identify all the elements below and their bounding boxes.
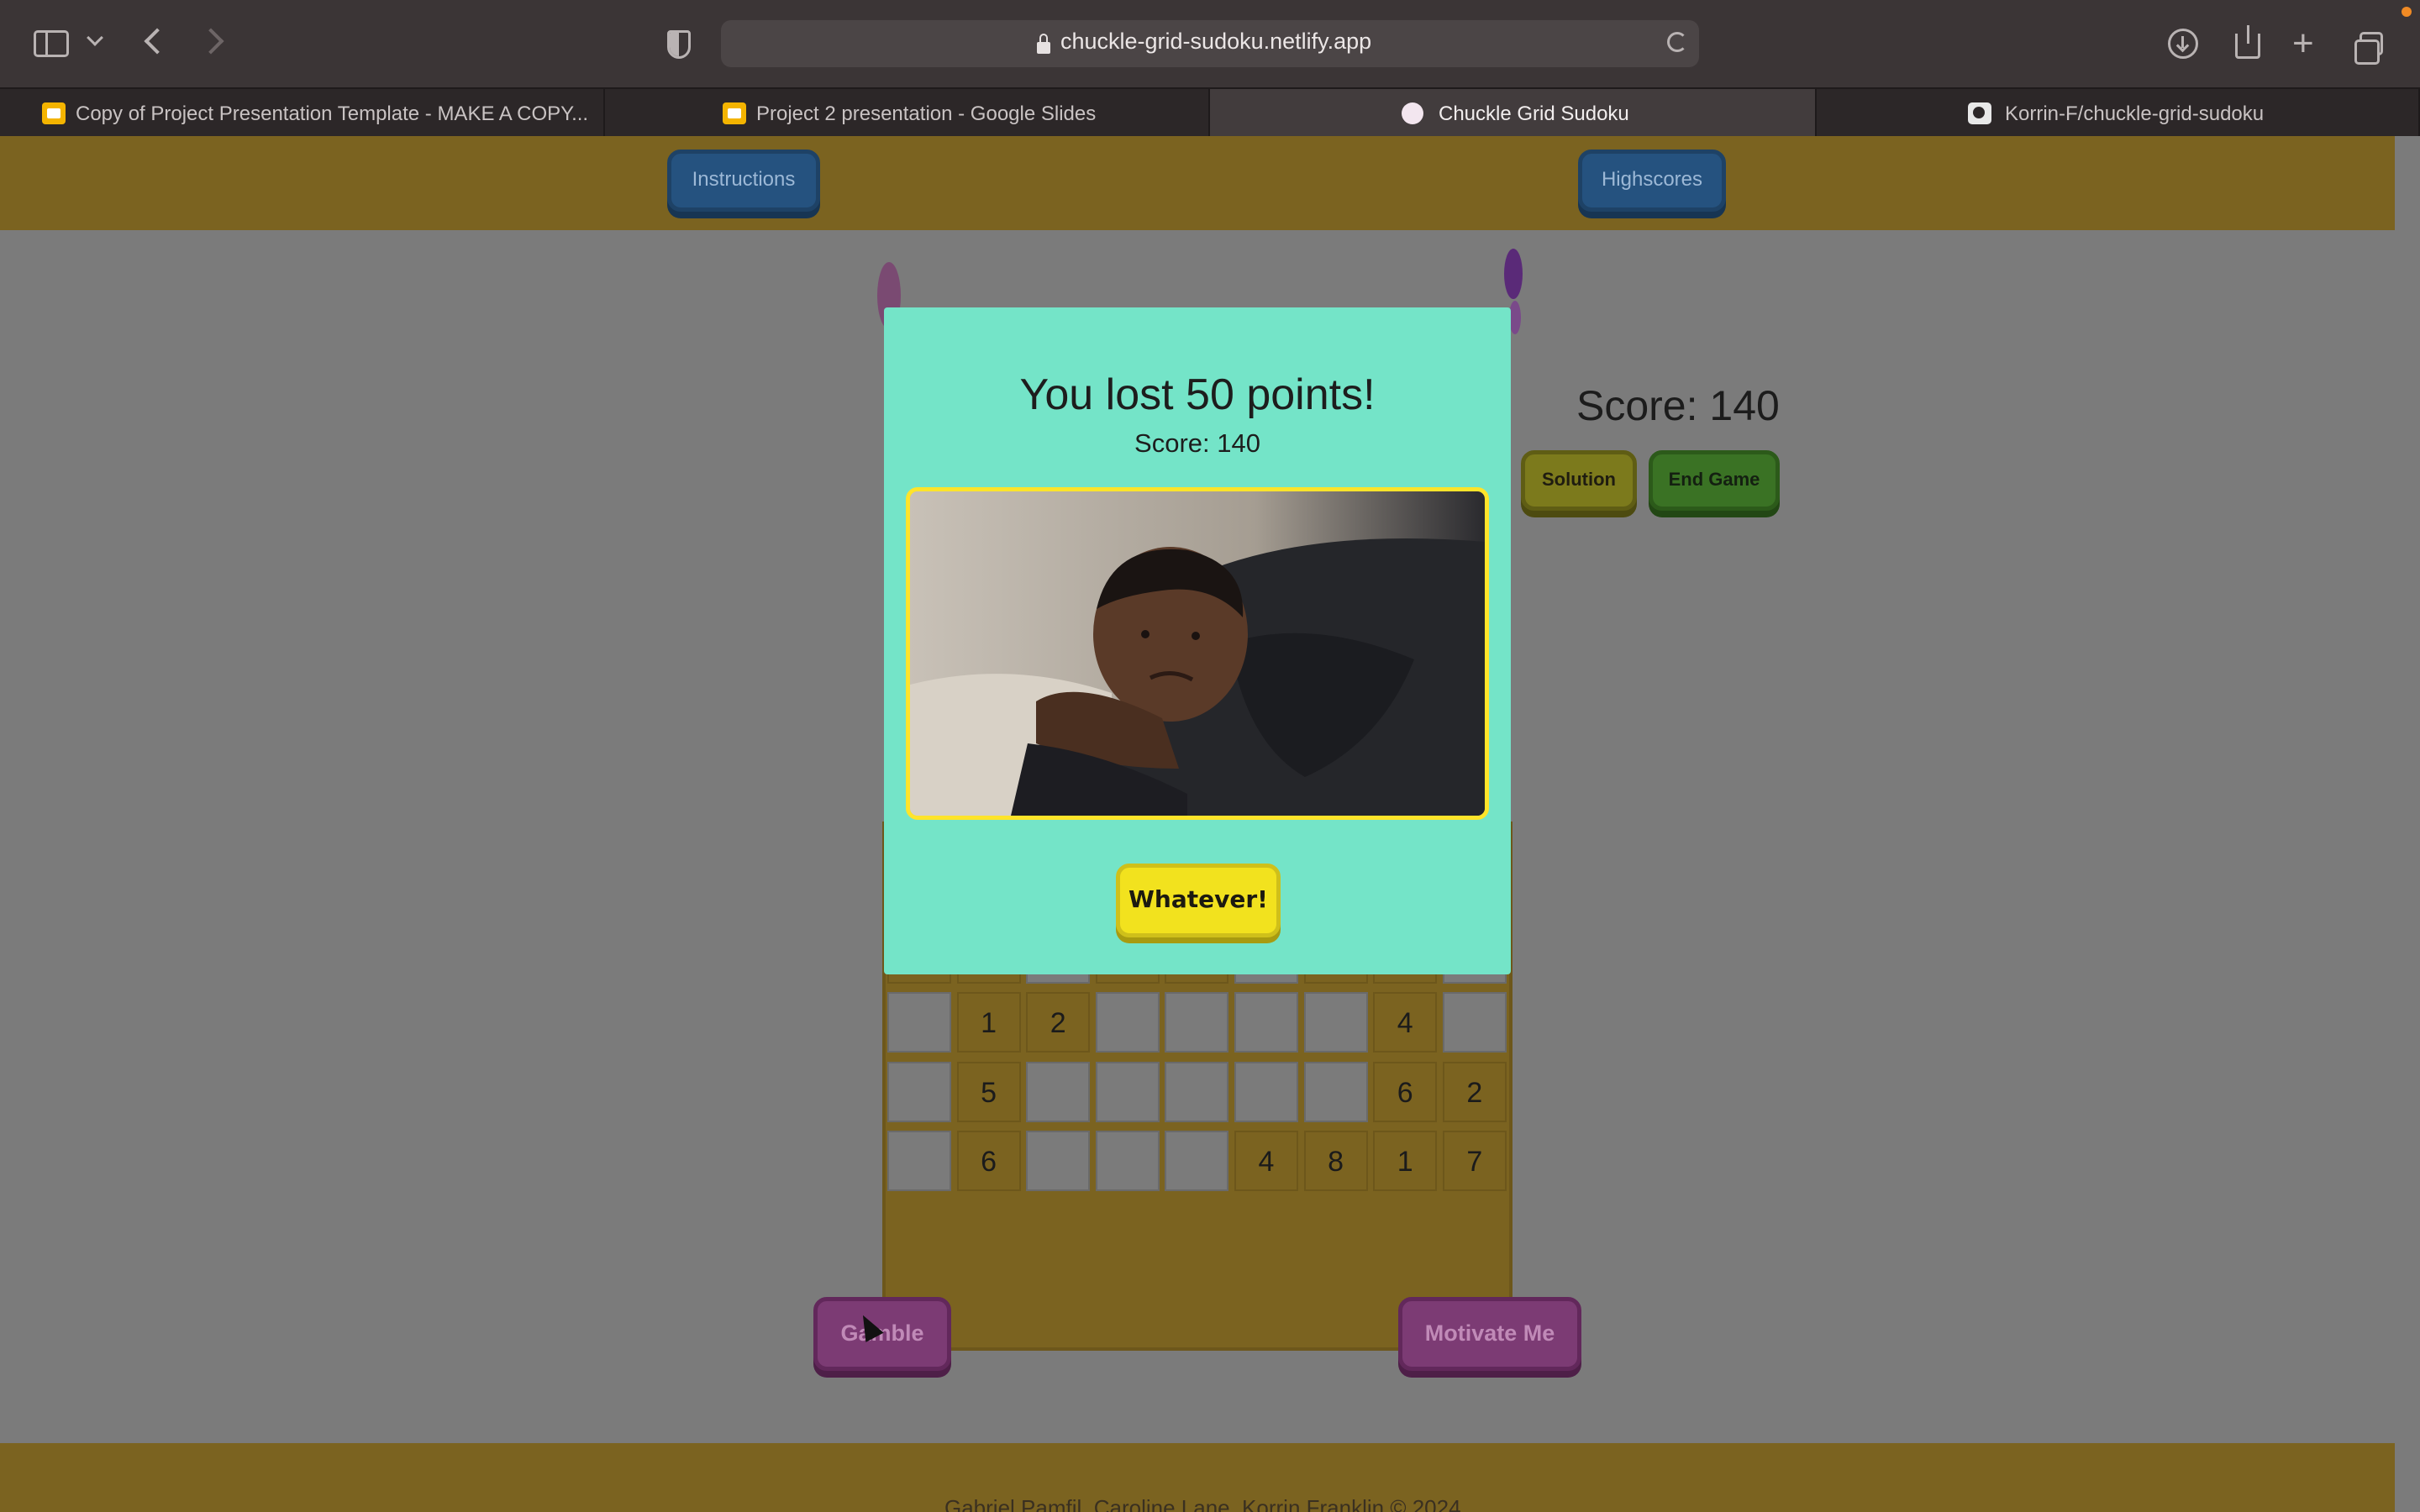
scrollbar-track[interactable]	[2395, 136, 2420, 1512]
instructions-button[interactable]: Instructions	[667, 150, 820, 212]
whatever-button[interactable]: Whatever!	[1116, 864, 1281, 937]
footer-credits: Gabriel Pamfil, Caroline Lane, Korrin Fr…	[944, 1495, 1461, 1512]
slides-icon	[723, 102, 746, 124]
motivate-me-button[interactable]: Motivate Me	[1398, 1297, 1581, 1371]
sudoku-cell[interactable]	[1165, 1061, 1229, 1122]
gamble-button[interactable]: Gamble	[813, 1297, 951, 1371]
logo-fragment-right	[1504, 249, 1523, 299]
sudoku-cell[interactable]	[1442, 992, 1507, 1053]
highscores-button[interactable]: Highscores	[1578, 150, 1726, 212]
modal-title: You lost 50 points!	[1019, 370, 1376, 419]
sudoku-cell: 1	[956, 992, 1021, 1053]
end-game-button[interactable]: End Game	[1649, 450, 1780, 511]
sudoku-cell[interactable]	[1095, 992, 1160, 1053]
sudoku-cell[interactable]	[1234, 992, 1298, 1053]
modal-score: Score: 140	[1134, 428, 1260, 458]
sudoku-cell[interactable]	[1026, 1131, 1091, 1191]
sudoku-cell[interactable]	[1234, 1061, 1298, 1122]
tab-project-2-presentation[interactable]: Project 2 presentation - Google Slides	[605, 89, 1210, 138]
tab-overview-icon[interactable]	[2354, 32, 2383, 65]
page-content: Instructions Highscores Score: 140 Solut…	[0, 136, 2395, 1512]
sudoku-cell: 1	[1373, 1131, 1438, 1191]
reaction-photo-illustration	[910, 491, 1485, 816]
solution-button[interactable]: Solution	[1521, 450, 1637, 511]
sudoku-cell[interactable]	[887, 1061, 951, 1122]
chuckle-icon	[1402, 102, 1423, 124]
sudoku-cell[interactable]	[1095, 1061, 1160, 1122]
sudoku-cell: 2	[1442, 1061, 1507, 1122]
privacy-shield-icon[interactable]	[667, 30, 691, 59]
sudoku-cell[interactable]	[1303, 992, 1368, 1053]
sudoku-cell[interactable]	[887, 1131, 951, 1191]
sudoku-cell: 6	[1373, 1061, 1438, 1122]
tab-title: Chuckle Grid Sudoku	[1439, 102, 1629, 125]
score-display: Score: 140	[1576, 382, 1780, 429]
url-text[interactable]: chuckle-grid-sudoku.netlify.app	[1060, 29, 1371, 55]
tab-title: Project 2 presentation - Google Slides	[756, 102, 1097, 125]
sudoku-cell[interactable]	[1303, 1061, 1368, 1122]
notification-dot	[2402, 7, 2412, 17]
sudoku-cell: 6	[956, 1131, 1021, 1191]
browser-toolbar: chuckle-grid-sudoku.netlify.app +	[0, 0, 2420, 87]
sidebar-toggle-icon[interactable]	[34, 30, 69, 57]
chevron-down-icon[interactable]	[87, 29, 103, 46]
share-icon[interactable]	[2235, 25, 2260, 59]
sudoku-cell[interactable]	[1165, 1131, 1229, 1191]
tab-title: Copy of Project Presentation Template - …	[76, 102, 589, 125]
back-arrow-icon[interactable]	[144, 28, 171, 55]
tab-strip: Copy of Project Presentation Template - …	[0, 87, 2420, 138]
sudoku-cell[interactable]	[1026, 1061, 1091, 1122]
sudoku-cell: 2	[1026, 992, 1091, 1053]
sudoku-cell[interactable]	[887, 992, 951, 1053]
tab-title: Korrin-F/chuckle-grid-sudoku	[2005, 102, 2265, 125]
logo-fragment-right-lower	[1509, 301, 1521, 334]
github-icon	[1968, 102, 1991, 124]
header-band	[0, 136, 2395, 230]
forward-arrow-icon[interactable]	[197, 28, 224, 55]
sudoku-cell: 4	[1234, 1131, 1298, 1191]
tab-presentation-template[interactable]: Copy of Project Presentation Template - …	[0, 89, 605, 138]
sudoku-cell[interactable]	[1095, 1131, 1160, 1191]
sad-man-crying-photo	[906, 487, 1489, 820]
tab-chuckle-grid-sudoku[interactable]: Chuckle Grid Sudoku	[1210, 89, 1817, 138]
result-modal: You lost 50 points! Score: 140 Whatever!	[884, 307, 1511, 974]
new-tab-icon[interactable]: +	[2292, 25, 2314, 62]
download-icon[interactable]	[2168, 29, 2198, 59]
sudoku-cell: 4	[1373, 992, 1438, 1053]
reload-icon[interactable]	[1667, 32, 1687, 52]
sudoku-cell: 8	[1303, 1131, 1368, 1191]
tab-github-repo[interactable]: Korrin-F/chuckle-grid-sudoku	[1817, 89, 2420, 138]
sudoku-cell: 7	[1442, 1131, 1507, 1191]
sudoku-cell: 5	[956, 1061, 1021, 1122]
sudoku-cell[interactable]	[1165, 992, 1229, 1053]
lock-icon	[1037, 34, 1050, 54]
slides-icon	[42, 102, 66, 124]
